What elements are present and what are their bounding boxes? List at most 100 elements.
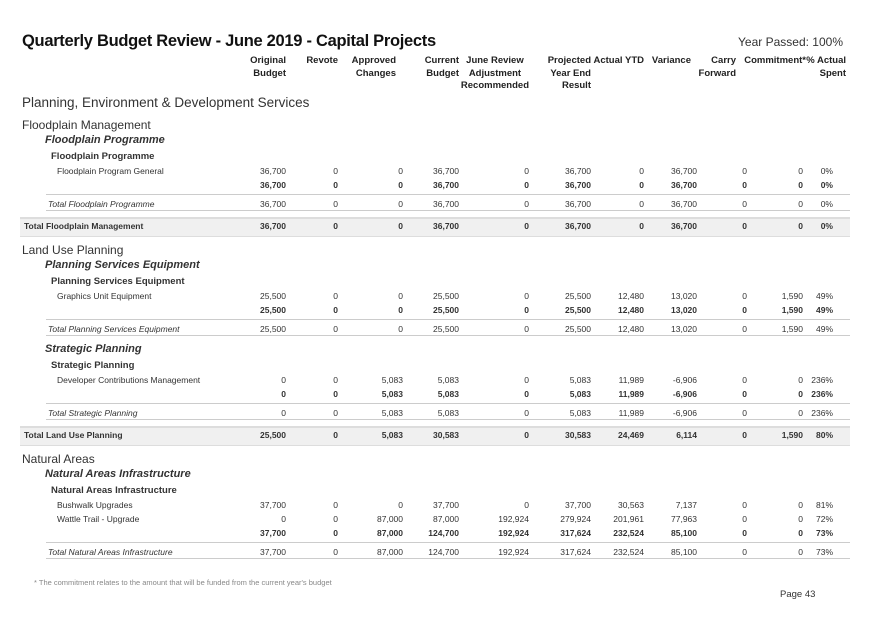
column-header: Variance <box>651 55 691 66</box>
column-header: Commitment* <box>744 55 806 66</box>
cell-value: 0 <box>398 324 403 334</box>
year-passed: Year Passed: 100% <box>738 35 843 49</box>
cell-value: 37,700 <box>260 500 286 510</box>
row-label: Wattle Trail - Upgrade <box>57 514 140 524</box>
cell-value: 0% <box>820 166 833 176</box>
row-label: Floodplain Program General <box>57 166 164 176</box>
cell-value: 25,500 <box>433 291 459 301</box>
grouptotal-row: Total Floodplain Management 36,700 0 0 36,70… <box>0 221 889 235</box>
cell-value: 0 <box>524 291 529 301</box>
cell-value: 0 <box>639 221 644 231</box>
page-number: Page 43 <box>780 589 816 600</box>
cell-value: 0 <box>281 408 286 418</box>
cell-value: 0 <box>333 430 338 440</box>
row-label: Graphics Unit Equipment <box>57 291 152 301</box>
sub2-row: Natural Areas Infrastructure <box>0 485 889 499</box>
cell-value: 0 <box>742 528 747 538</box>
cell-value: 0 <box>742 389 747 399</box>
sub2-row: Floodplain Programme <box>0 151 889 165</box>
group-row: Land Use Planning <box>0 243 889 257</box>
cell-value: 0 <box>333 221 338 231</box>
column-header: Revote <box>306 55 338 66</box>
cell-value: 0 <box>333 166 338 176</box>
row-label: Planning Services Equipment <box>45 259 200 271</box>
cell-value: 36,700 <box>565 221 591 231</box>
cell-value: 24,469 <box>618 430 644 440</box>
subtotal-row: 37,700 0 87,000 124,700 192,924 317,624 232,52… <box>0 528 889 542</box>
row-label: Planning Services Equipment <box>51 276 185 287</box>
cell-value: 0 <box>524 408 529 418</box>
row-label: Total Land Use Planning <box>24 430 123 440</box>
progtotal-row: Total Strategic Planning 0 0 5,083 5,083 0 5,0… <box>0 408 889 422</box>
cell-value: 0 <box>524 500 529 510</box>
cell-value: 0 <box>742 547 747 557</box>
cell-value: 5,083 <box>569 375 591 385</box>
cell-value: 87,000 <box>377 514 403 524</box>
cell-value: 36,700 <box>260 221 286 231</box>
cell-value: 5,083 <box>381 375 403 385</box>
group-row: Natural Areas <box>0 452 889 466</box>
row-label: Total Strategic Planning <box>48 408 138 418</box>
cell-value: 0 <box>398 500 403 510</box>
cell-value: 11,989 <box>618 389 644 399</box>
sub-row: Planning Services Equipment <box>0 259 889 273</box>
footnote: * The commitment relates to the amount t… <box>34 578 332 587</box>
sub-row: Natural Areas Infrastructure <box>0 468 889 482</box>
cell-value: 36,700 <box>433 221 459 231</box>
cell-value: 0 <box>333 500 338 510</box>
cell-value: 37,700 <box>260 528 286 538</box>
cell-value: 49% <box>815 291 833 301</box>
row-label: Total Floodplain Programme <box>48 199 155 209</box>
cell-value: 0 <box>281 375 286 385</box>
sub-row: Floodplain Programme <box>0 134 889 148</box>
cell-value: 0 <box>742 514 747 524</box>
cell-value: 0% <box>820 221 833 231</box>
cell-value: 0 <box>333 291 338 301</box>
cell-value: 36,700 <box>565 180 591 190</box>
line-item-row: Developer Contributions Management 0 0 5,08… <box>0 375 889 389</box>
cell-value: 30,583 <box>433 430 459 440</box>
row-label: Developer Contributions Management <box>57 375 201 385</box>
directorate-heading: Planning, Environment & Development Serv… <box>22 95 310 110</box>
cell-value: 12,480 <box>618 305 644 315</box>
cell-value: 81% <box>815 500 833 510</box>
cell-value: 87,000 <box>377 547 403 557</box>
cell-value: 0 <box>281 389 286 399</box>
report-title: Quarterly Budget Review - June 2019 - Ca… <box>22 32 436 50</box>
cell-value: 73% <box>815 547 833 557</box>
cell-value: 87,000 <box>377 528 403 538</box>
column-header: Carry Forward <box>698 55 736 79</box>
row-label: Strategic Planning <box>45 343 142 355</box>
row-label: Natural Areas Infrastructure <box>45 468 191 480</box>
row-label: Total Floodplain Management <box>24 221 144 231</box>
divider <box>46 319 850 320</box>
line-item-row: Graphics Unit Equipment 25,500 0 0 25,500 0 25… <box>0 291 889 305</box>
cell-value: 36,700 <box>260 180 286 190</box>
cell-value: 0 <box>524 324 529 334</box>
cell-value: 0 <box>742 408 747 418</box>
row-label: Land Use Planning <box>22 243 124 257</box>
cell-value: 0 <box>333 305 338 315</box>
row-label: Total Planning Services Equipment <box>48 324 180 334</box>
cell-value: 0 <box>333 547 338 557</box>
cell-value: 36,700 <box>433 199 459 209</box>
column-header: % Actual Spent <box>806 55 846 79</box>
cell-value: 25,500 <box>565 305 591 315</box>
cell-value: 317,624 <box>560 547 591 557</box>
cell-value: 0 <box>333 324 338 334</box>
cell-value: 0 <box>742 305 747 315</box>
cell-value: 37,700 <box>433 500 459 510</box>
cell-value: 0 <box>524 305 529 315</box>
cell-value: 232,524 <box>613 528 644 538</box>
column-header: June Review Adjustment Recommended <box>460 55 529 91</box>
cell-value: 0 <box>742 199 747 209</box>
cell-value: 5,083 <box>569 408 591 418</box>
sub-row: Strategic Planning <box>0 343 889 357</box>
cell-value: 0 <box>524 221 529 231</box>
cell-value: 0 <box>333 389 338 399</box>
cell-value: 25,500 <box>565 324 591 334</box>
cell-value: 37,700 <box>565 500 591 510</box>
line-item-row: Wattle Trail - Upgrade 0 0 87,000 87,000 192,… <box>0 514 889 528</box>
cell-value: 5,083 <box>381 389 403 399</box>
line-item-row: Floodplain Program General 36,700 0 0 36,700… <box>0 166 889 180</box>
